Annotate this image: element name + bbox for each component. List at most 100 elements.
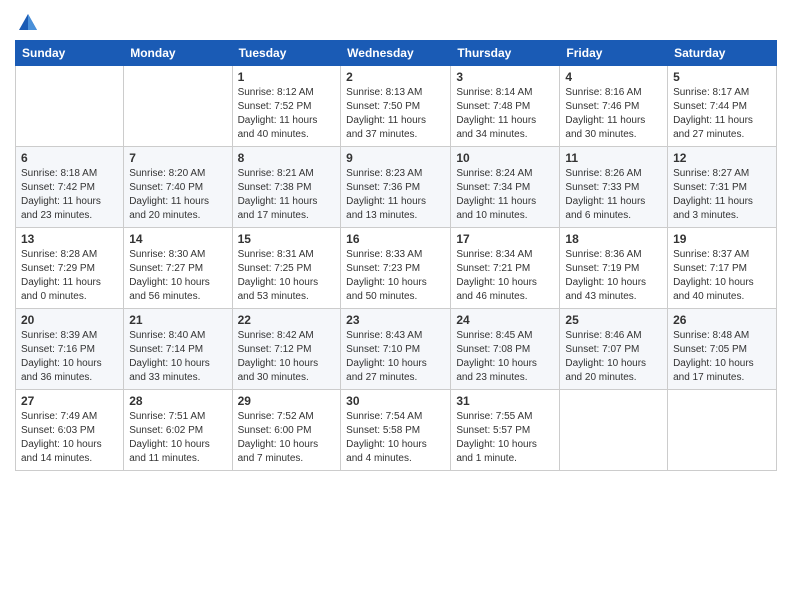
day-info: Sunrise: 8:42 AM Sunset: 7:12 PM Dayligh… [238,329,336,385]
calendar-page: SundayMondayTuesdayWednesdayThursdayFrid… [0,0,792,612]
day-info: Sunrise: 8:37 AM Sunset: 7:17 PM Dayligh… [673,248,771,304]
day-info: Sunrise: 8:17 AM Sunset: 7:44 PM Dayligh… [673,86,771,142]
day-number: 2 [346,70,445,84]
day-cell: 17 Sunrise: 8:34 AM Sunset: 7:21 PM Dayli… [451,228,560,309]
day-cell: 28 Sunrise: 7:51 AM Sunset: 6:02 PM Dayli… [124,390,232,471]
day-number: 27 [21,394,118,408]
day-info: Sunrise: 8:36 AM Sunset: 7:19 PM Dayligh… [565,248,662,304]
weekday-thursday: Thursday [451,41,560,66]
day-number: 29 [238,394,336,408]
day-number: 3 [456,70,554,84]
day-number: 16 [346,232,445,246]
day-info: Sunrise: 8:21 AM Sunset: 7:38 PM Dayligh… [238,167,336,223]
day-info: Sunrise: 8:46 AM Sunset: 7:07 PM Dayligh… [565,329,662,385]
day-cell: 10 Sunrise: 8:24 AM Sunset: 7:34 PM Dayli… [451,147,560,228]
day-info: Sunrise: 8:28 AM Sunset: 7:29 PM Dayligh… [21,248,118,304]
weekday-wednesday: Wednesday [341,41,451,66]
week-row-4: 20 Sunrise: 8:39 AM Sunset: 7:16 PM Dayli… [16,309,777,390]
day-number: 25 [565,313,662,327]
day-number: 15 [238,232,336,246]
day-number: 31 [456,394,554,408]
day-cell: 15 Sunrise: 8:31 AM Sunset: 7:25 PM Dayli… [232,228,341,309]
day-info: Sunrise: 8:12 AM Sunset: 7:52 PM Dayligh… [238,86,336,142]
day-cell: 4 Sunrise: 8:16 AM Sunset: 7:46 PM Daylig… [560,66,668,147]
day-cell: 8Sunrise: 8:21 AM Sunset: 7:38 PM Daylig… [232,147,341,228]
day-cell [668,390,777,471]
weekday-tuesday: Tuesday [232,41,341,66]
day-cell: 11Sunrise: 8:26 AM Sunset: 7:33 PM Dayli… [560,147,668,228]
day-cell: 1 Sunrise: 8:12 AM Sunset: 7:52 PM Daylig… [232,66,341,147]
weekday-friday: Friday [560,41,668,66]
day-cell: 21 Sunrise: 8:40 AM Sunset: 7:14 PM Dayli… [124,309,232,390]
day-number: 4 [565,70,662,84]
day-number: 1 [238,70,336,84]
day-info: Sunrise: 7:51 AM Sunset: 6:02 PM Dayligh… [129,410,226,466]
day-cell: 5 Sunrise: 8:17 AM Sunset: 7:44 PM Daylig… [668,66,777,147]
day-cell: 7Sunrise: 8:20 AM Sunset: 7:40 PM Daylig… [124,147,232,228]
day-number: 22 [238,313,336,327]
day-number: 17 [456,232,554,246]
logo-icon [17,12,39,34]
day-info: Sunrise: 8:43 AM Sunset: 7:10 PM Dayligh… [346,329,445,385]
day-info: Sunrise: 8:40 AM Sunset: 7:14 PM Dayligh… [129,329,226,385]
day-info: Sunrise: 8:39 AM Sunset: 7:16 PM Dayligh… [21,329,118,385]
day-info: Sunrise: 8:27 AM Sunset: 7:31 PM Dayligh… [673,167,771,223]
day-cell: 18 Sunrise: 8:36 AM Sunset: 7:19 PM Dayli… [560,228,668,309]
day-info: Sunrise: 8:31 AM Sunset: 7:25 PM Dayligh… [238,248,336,304]
day-number: 12 [673,151,771,165]
calendar-table: SundayMondayTuesdayWednesdayThursdayFrid… [15,40,777,471]
day-info: Sunrise: 8:14 AM Sunset: 7:48 PM Dayligh… [456,86,554,142]
day-cell: 25 Sunrise: 8:46 AM Sunset: 7:07 PM Dayli… [560,309,668,390]
day-number: 18 [565,232,662,246]
day-cell: 14 Sunrise: 8:30 AM Sunset: 7:27 PM Dayli… [124,228,232,309]
day-info: Sunrise: 8:23 AM Sunset: 7:36 PM Dayligh… [346,167,445,223]
day-number: 14 [129,232,226,246]
day-cell: 2 Sunrise: 8:13 AM Sunset: 7:50 PM Daylig… [341,66,451,147]
day-number: 9 [346,151,445,165]
week-row-1: 1 Sunrise: 8:12 AM Sunset: 7:52 PM Daylig… [16,66,777,147]
weekday-monday: Monday [124,41,232,66]
day-cell: 12 Sunrise: 8:27 AM Sunset: 7:31 PM Dayli… [668,147,777,228]
day-number: 20 [21,313,118,327]
day-number: 19 [673,232,771,246]
week-row-5: 27 Sunrise: 7:49 AM Sunset: 6:03 PM Dayli… [16,390,777,471]
day-cell: 20 Sunrise: 8:39 AM Sunset: 7:16 PM Dayli… [16,309,124,390]
day-cell: 29 Sunrise: 7:52 AM Sunset: 6:00 PM Dayli… [232,390,341,471]
day-info: Sunrise: 8:34 AM Sunset: 7:21 PM Dayligh… [456,248,554,304]
day-cell: 24 Sunrise: 8:45 AM Sunset: 7:08 PM Dayli… [451,309,560,390]
day-cell: 16 Sunrise: 8:33 AM Sunset: 7:23 PM Dayli… [341,228,451,309]
day-cell: 27 Sunrise: 7:49 AM Sunset: 6:03 PM Dayli… [16,390,124,471]
day-cell: 6 Sunrise: 8:18 AM Sunset: 7:42 PM Daylig… [16,147,124,228]
weekday-header-row: SundayMondayTuesdayWednesdayThursdayFrid… [16,41,777,66]
day-info: Sunrise: 8:18 AM Sunset: 7:42 PM Dayligh… [21,167,118,223]
day-number: 10 [456,151,554,165]
day-info: Sunrise: 8:13 AM Sunset: 7:50 PM Dayligh… [346,86,445,142]
day-number: 24 [456,313,554,327]
weekday-saturday: Saturday [668,41,777,66]
day-info: Sunrise: 8:24 AM Sunset: 7:34 PM Dayligh… [456,167,554,223]
day-number: 5 [673,70,771,84]
day-cell: 23 Sunrise: 8:43 AM Sunset: 7:10 PM Dayli… [341,309,451,390]
day-cell [560,390,668,471]
day-cell: 3 Sunrise: 8:14 AM Sunset: 7:48 PM Daylig… [451,66,560,147]
day-info: Sunrise: 7:49 AM Sunset: 6:03 PM Dayligh… [21,410,118,466]
day-info: Sunrise: 8:33 AM Sunset: 7:23 PM Dayligh… [346,248,445,304]
day-cell: 9 Sunrise: 8:23 AM Sunset: 7:36 PM Daylig… [341,147,451,228]
day-number: 28 [129,394,226,408]
day-info: Sunrise: 8:45 AM Sunset: 7:08 PM Dayligh… [456,329,554,385]
day-number: 6 [21,151,118,165]
day-number: 26 [673,313,771,327]
day-info: Sunrise: 8:26 AM Sunset: 7:33 PM Dayligh… [565,167,662,223]
week-row-3: 13Sunrise: 8:28 AM Sunset: 7:29 PM Dayli… [16,228,777,309]
day-number: 23 [346,313,445,327]
day-number: 21 [129,313,226,327]
day-info: Sunrise: 7:52 AM Sunset: 6:00 PM Dayligh… [238,410,336,466]
day-info: Sunrise: 8:16 AM Sunset: 7:46 PM Dayligh… [565,86,662,142]
day-cell: 19 Sunrise: 8:37 AM Sunset: 7:17 PM Dayli… [668,228,777,309]
day-number: 7 [129,151,226,165]
day-cell: 30Sunrise: 7:54 AM Sunset: 5:58 PM Dayli… [341,390,451,471]
day-info: Sunrise: 8:48 AM Sunset: 7:05 PM Dayligh… [673,329,771,385]
logo [15,14,39,34]
day-info: Sunrise: 8:30 AM Sunset: 7:27 PM Dayligh… [129,248,226,304]
day-number: 30 [346,394,445,408]
